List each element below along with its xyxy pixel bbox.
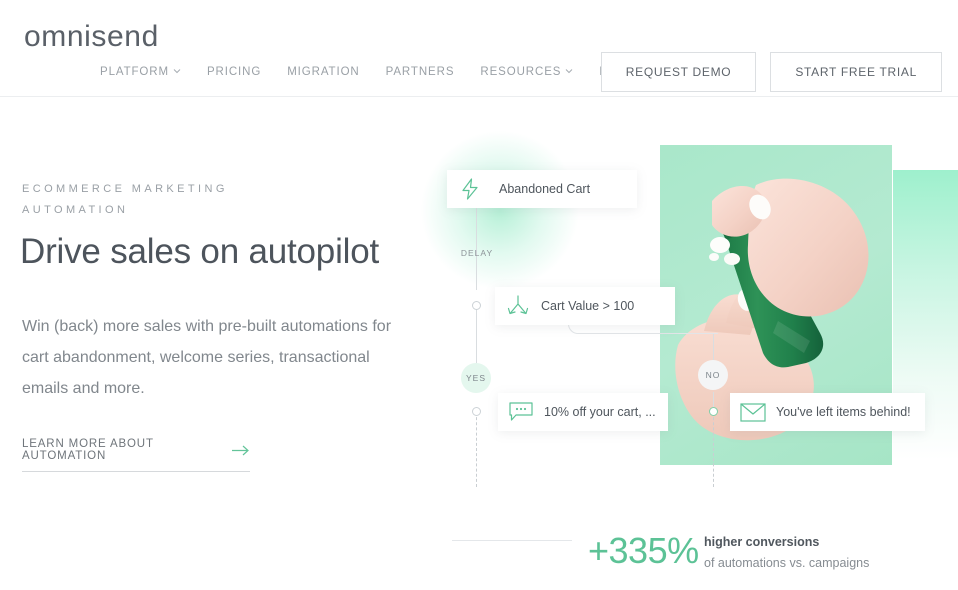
learn-more-label: LEARN MORE ABOUT AUTOMATION [22, 438, 154, 462]
nav-label: PRICING [206, 66, 262, 78]
workflow-node-email[interactable]: You've left items behind! [730, 393, 925, 431]
connector-email-tail [713, 412, 714, 487]
header-actions: REQUEST DEMO START FREE TRIAL [600, 52, 942, 92]
landing-page: omnisend PLATFORM PRICING MIGRATION PART… [0, 0, 958, 590]
stat-divider-rule [452, 540, 572, 541]
connector-sms-tail [476, 412, 477, 487]
chevron-down-icon [173, 67, 181, 75]
stat-title: higher conversions [704, 535, 820, 549]
site-header: omnisend PLATFORM PRICING MIGRATION PART… [0, 0, 958, 97]
hero-eyebrow: ECOMMERCE MARKETING AUTOMATION [22, 183, 228, 216]
nav-label: MIGRATION [287, 66, 360, 78]
nav-item-platform[interactable]: PLATFORM [100, 66, 181, 78]
split-branch-icon [495, 287, 541, 325]
node-label: 10% off your cart, ... [544, 405, 656, 419]
arrow-right-icon [232, 445, 250, 456]
no-badge: NO [698, 360, 728, 390]
start-free-trial-button[interactable]: START FREE TRIAL [770, 52, 942, 92]
node-marker-email [709, 407, 718, 416]
node-label: Cart Value > 100 [541, 299, 635, 313]
workflow-node-sms[interactable]: 10% off your cart, ... [498, 393, 668, 431]
automation-visual: DELAY YES NO Abandoned Cart Cart Value >… [420, 110, 958, 510]
request-demo-button[interactable]: REQUEST DEMO [600, 52, 757, 92]
chevron-down-icon [565, 67, 573, 75]
node-label: Abandoned Cart [499, 182, 591, 196]
nav-item-resources[interactable]: RESOURCES [480, 66, 573, 78]
node-marker-split [472, 301, 481, 310]
nav-label: PARTNERS [385, 66, 455, 78]
stat-subtitle: of automations vs. campaigns [704, 556, 870, 570]
node-marker-sms [472, 407, 481, 416]
lightning-bolt-icon [447, 170, 493, 208]
learn-more-link[interactable]: LEARN MORE ABOUT AUTOMATION [22, 438, 250, 472]
nav-label: PLATFORM [100, 66, 169, 78]
nav-item-partners[interactable]: PARTNERS [386, 66, 455, 78]
envelope-icon [730, 393, 776, 431]
workflow-node-split[interactable]: Cart Value > 100 [495, 287, 675, 325]
yes-badge: YES [461, 363, 491, 393]
nav-item-migration[interactable]: MIGRATION [287, 66, 359, 78]
node-label: You've left items behind! [776, 405, 911, 419]
delay-label: DELAY [460, 248, 494, 258]
hero-subcopy: Win (back) more sales with pre-built aut… [22, 318, 392, 397]
main-navigation: PLATFORM PRICING MIGRATION PARTNERS RESO… [100, 66, 661, 78]
omnisend-logo[interactable]: omnisend [24, 20, 159, 54]
nav-label: RESOURCES [480, 66, 562, 78]
nav-item-pricing[interactable]: PRICING [207, 66, 261, 78]
workflow-node-trigger[interactable]: Abandoned Cart [447, 170, 637, 208]
page-title: Drive sales on autopilot [20, 232, 380, 271]
chat-bubble-icon [498, 393, 544, 431]
trigger-glow [420, 130, 580, 290]
stat-value: +335% [588, 530, 699, 571]
